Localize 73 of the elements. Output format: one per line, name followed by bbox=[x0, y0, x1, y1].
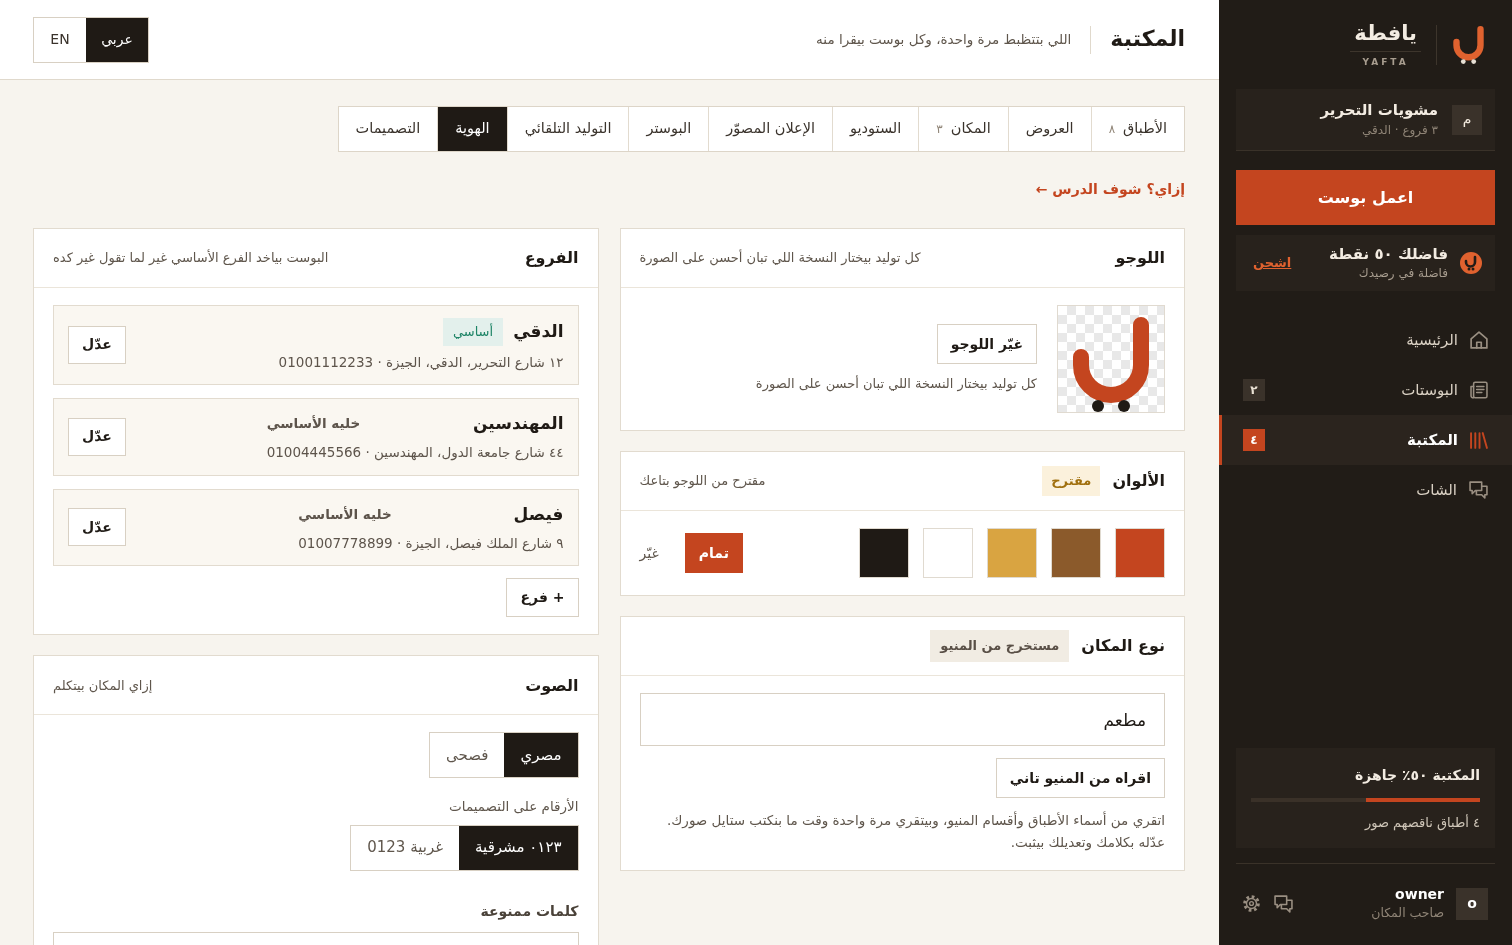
color-swatch-icon[interactable] bbox=[1115, 528, 1165, 578]
user-role: صاحب المكان bbox=[1371, 904, 1444, 923]
dialect-option[interactable]: مصري bbox=[504, 733, 578, 778]
tab[interactable]: الهوية bbox=[437, 107, 507, 151]
branch-name: فيصل bbox=[513, 502, 564, 526]
brand-latin-name: YAFTA bbox=[1362, 55, 1409, 69]
branch-name: الدقي bbox=[513, 320, 564, 344]
credits-title: فاضلك ٥٠ نقطة bbox=[1329, 243, 1448, 265]
place-type-field[interactable]: مطعم bbox=[639, 693, 1165, 746]
edit-button[interactable]: عدّل bbox=[68, 417, 126, 456]
place-type-note: اتقري من أسماء الأطباق وأقسام المنيو، وبيتقري مرة واحدة وقت ما بنكتب ستايل صورك. عدّله بكلامك وتعديلك بيثبت. bbox=[665, 810, 1165, 853]
edit-button[interactable]: عدّل bbox=[68, 508, 126, 547]
card-title: نوع المكان bbox=[1081, 636, 1165, 656]
card-subtitle: البوست بياخد الفرع الأساسي غير لما تقول غير كده bbox=[53, 248, 329, 268]
card-subtitle: إزاي المكان بيتكلم bbox=[53, 676, 153, 695]
status-tag: مستخرج من المنيو bbox=[930, 630, 1070, 662]
logo-note: كل توليد بيختار النسخة اللي تبان أحسن على الصورة bbox=[755, 374, 1037, 394]
add-branch-button[interactable]: + فرع bbox=[506, 578, 579, 618]
change-link[interactable]: غيّر bbox=[639, 542, 659, 564]
nav-item[interactable]: البوستات ٢ bbox=[1219, 365, 1512, 415]
nav-item[interactable]: الرئيسية bbox=[1219, 315, 1512, 365]
color-swatch-icon[interactable] bbox=[1051, 528, 1101, 578]
numerals-option[interactable]: ٠١٢٣ مشرقية bbox=[459, 825, 578, 870]
nav-item[interactable]: المكتبة ٤ bbox=[1219, 415, 1512, 465]
reread-menu-button[interactable]: اقراه من المنيو تاني bbox=[995, 758, 1165, 798]
page-title: المكتبة bbox=[1110, 26, 1185, 53]
venue-meta: ٣ فروع · الدقي bbox=[1360, 121, 1438, 139]
branch-address: ٩ شارع الملك فيصل، الجيزة · 01007778899 bbox=[298, 534, 564, 554]
card-title: الألوان bbox=[1112, 471, 1165, 491]
change-logo-button[interactable]: غيّر اللوجو bbox=[936, 324, 1037, 365]
language-toggle[interactable]: عربي bbox=[86, 17, 148, 62]
venue-avatar: م bbox=[1452, 104, 1482, 135]
tutorial-link[interactable]: إزاي؟ شوف الدرس ← bbox=[1035, 179, 1185, 200]
venue-name: مشويات التحرير bbox=[1320, 100, 1438, 121]
credits-subtitle: فاضلة في رصيدك bbox=[1357, 265, 1448, 283]
top-up-link[interactable]: اشحن bbox=[1253, 253, 1292, 273]
status-tag: مقترح bbox=[1042, 466, 1101, 496]
numerals-label: الأرقام على التصميمات bbox=[448, 797, 579, 817]
user-name: owner bbox=[1394, 884, 1444, 904]
chat-icon[interactable] bbox=[1274, 894, 1293, 913]
banned-words-label: كلمات ممنوعة bbox=[479, 901, 579, 922]
user-avatar: o bbox=[1456, 887, 1488, 920]
logo-coin-icon bbox=[1460, 252, 1482, 274]
brand-name: يافطة bbox=[1350, 19, 1421, 52]
count-badge: ٢ bbox=[1243, 379, 1265, 401]
color-swatch-icon[interactable] bbox=[987, 528, 1037, 578]
edit-button[interactable]: عدّل bbox=[68, 325, 126, 364]
chat-icon bbox=[1469, 481, 1488, 499]
logo-icon bbox=[1452, 25, 1485, 64]
branch-address: ١٢ شارع التحرير، الدقي، الجيزة · 01001112233 bbox=[278, 352, 564, 372]
books-icon bbox=[1470, 431, 1488, 449]
card-title: الصوت bbox=[525, 675, 579, 695]
readiness-title: المكتبة ٥٠٪ جاهزة bbox=[1354, 766, 1480, 786]
card-subtitle: كل توليد بيختار النسخة اللي تبان أحسن على الصورة bbox=[639, 248, 921, 268]
card-title: الفروع bbox=[524, 248, 579, 268]
branch-name: المهندسين bbox=[472, 411, 564, 436]
count-badge: ٤ bbox=[1243, 429, 1265, 451]
make-primary-link[interactable]: خليه الأساسي bbox=[266, 413, 361, 434]
page-subtitle: اللي بتتظبط مرة واحدة، وكل بوست بيقرا منه bbox=[816, 30, 1072, 50]
branch-address: ٤٤ شارع جامعة الدول، المهندسين · 01004445566 bbox=[266, 443, 564, 463]
card-subtitle: مقترح من اللوجو بتاعك bbox=[639, 472, 766, 491]
readiness-note: ٤ أطباق ناقصهم صور bbox=[1363, 813, 1480, 833]
make-primary-link[interactable]: خليه الأساسي bbox=[298, 504, 392, 525]
create-post-button[interactable]: اعمل بوست bbox=[1236, 170, 1495, 225]
nav-item[interactable]: الشات bbox=[1219, 465, 1512, 515]
confirm-button[interactable]: تمام bbox=[684, 533, 743, 573]
home-icon bbox=[1470, 331, 1488, 349]
settings-icon[interactable] bbox=[1243, 895, 1260, 913]
primary-tag: أساسي bbox=[442, 318, 504, 346]
color-swatch-icon[interactable] bbox=[923, 528, 973, 578]
color-swatch-icon[interactable] bbox=[859, 528, 909, 578]
newspaper-icon bbox=[1470, 381, 1488, 399]
card-title: اللوجو bbox=[1115, 248, 1165, 268]
